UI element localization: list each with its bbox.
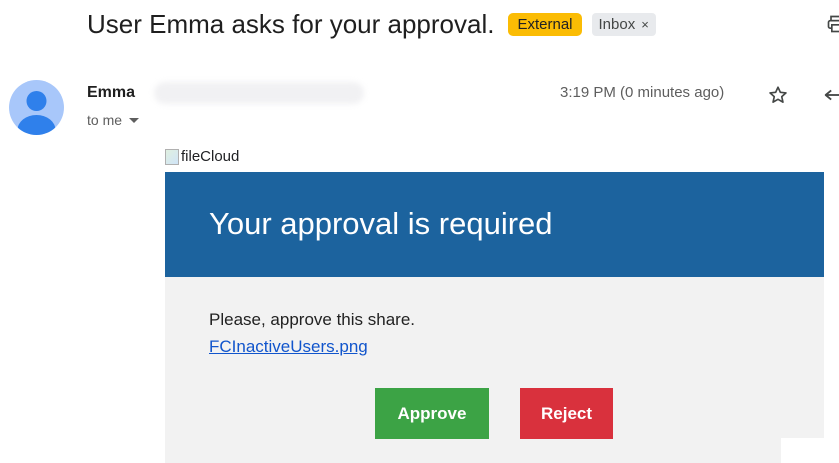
- email-timestamp: 3:19 PM (0 minutes ago): [560, 84, 725, 101]
- sender-email-redacted: [154, 82, 364, 104]
- inbox-label-text: Inbox: [598, 15, 636, 33]
- external-label: External: [508, 12, 582, 36]
- blank-area: [781, 438, 839, 463]
- email-subject: User Emma asks for your approval.: [87, 8, 495, 39]
- logo-alt-text: fileCloud: [181, 148, 240, 165]
- approve-button[interactable]: Approve: [375, 388, 489, 439]
- star-icon[interactable]: [767, 84, 789, 106]
- reply-icon[interactable]: [822, 84, 839, 106]
- email-view: User Emma asks for your approval. Extern…: [0, 0, 839, 463]
- filecloud-logo: fileCloud: [165, 148, 239, 165]
- remove-label-button[interactable]: ×: [641, 17, 649, 32]
- subject-row: User Emma asks for your approval. Extern…: [87, 4, 839, 44]
- print-icon[interactable]: [826, 14, 839, 34]
- broken-image-icon: [165, 148, 179, 165]
- recipient-details-toggle[interactable]: to me: [87, 112, 140, 128]
- avatar[interactable]: [9, 80, 64, 135]
- sender-name[interactable]: Emma: [87, 84, 135, 102]
- reject-button[interactable]: Reject: [520, 388, 613, 439]
- shared-file-link[interactable]: FCInactiveUsers.png: [209, 337, 368, 357]
- inbox-label[interactable]: Inbox ×: [591, 12, 656, 36]
- recipient-text: to me: [87, 112, 123, 128]
- approval-banner: Your approval is required: [165, 172, 824, 277]
- chevron-down-icon: [129, 117, 140, 123]
- person-icon: [17, 91, 56, 135]
- approval-message: Please, approve this share.: [209, 310, 416, 329]
- approval-content: Please, approve this share. FCInactiveUs…: [165, 277, 824, 463]
- banner-title: Your approval is required: [209, 206, 553, 241]
